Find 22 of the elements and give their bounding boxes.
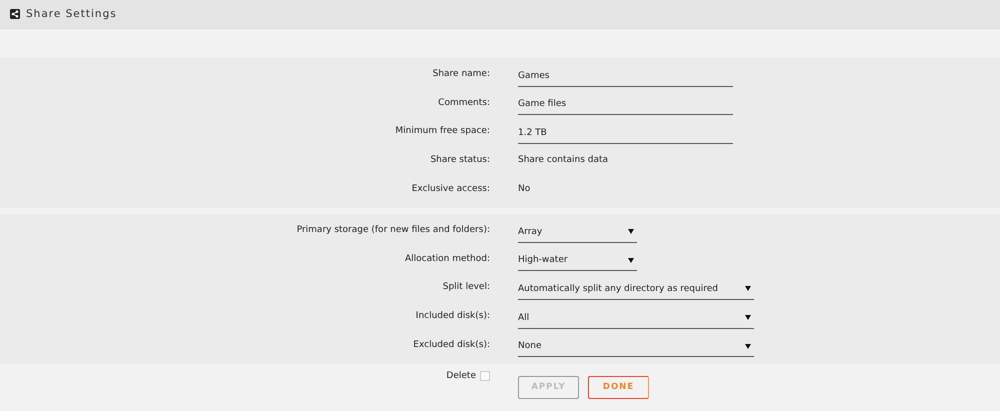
dropdown[interactable]: High-water bbox=[518, 252, 637, 272]
dropdown[interactable]: Automatically split any directory as required bbox=[518, 280, 754, 300]
dropdown[interactable]: None bbox=[518, 338, 754, 358]
field-label: Share name: bbox=[432, 69, 491, 80]
field-label: Minimum free space: bbox=[394, 126, 491, 136]
delete-label: Delete bbox=[446, 370, 476, 381]
field-label: Included disk(s): bbox=[414, 311, 491, 322]
input-field[interactable]: Games bbox=[518, 68, 733, 87]
field-value: No bbox=[518, 184, 530, 194]
field-label: Comments: bbox=[437, 98, 491, 108]
field-label: Exclusive access: bbox=[410, 184, 491, 194]
page-title: Share Settings bbox=[26, 8, 117, 20]
input-field[interactable]: Game files bbox=[518, 96, 733, 116]
input-field[interactable]: 1.2 TB bbox=[518, 124, 733, 144]
field-label: Split level: bbox=[442, 282, 491, 292]
dropdown[interactable]: Array bbox=[518, 224, 637, 243]
field-label: Share status: bbox=[429, 155, 491, 166]
field-label: Excluded disk(s): bbox=[412, 340, 491, 350]
field-label: Primary storage (for new files and folders): bbox=[296, 225, 491, 236]
field-value: Share contains data bbox=[518, 155, 608, 166]
dropdown[interactable]: All bbox=[518, 310, 754, 329]
field-label: Allocation method: bbox=[404, 254, 491, 264]
